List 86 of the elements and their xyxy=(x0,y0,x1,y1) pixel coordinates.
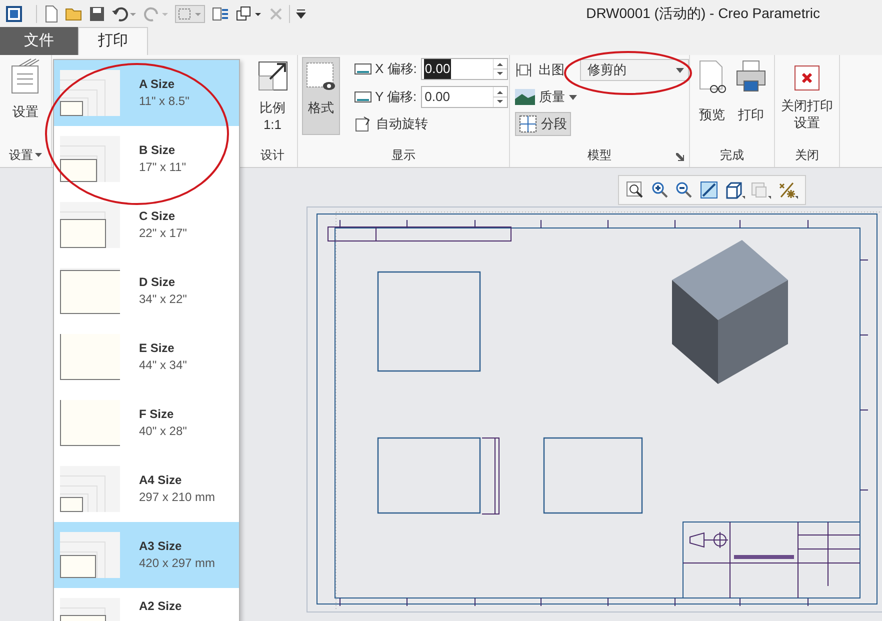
paper-size-dimensions: 420 x 297 mm xyxy=(139,555,216,572)
output-dropdown[interactable]: 修剪的 xyxy=(580,59,689,81)
spinner-icon[interactable] xyxy=(492,59,507,79)
paper-size-item[interactable]: B Size 17" x 11" xyxy=(54,126,239,192)
setup-button[interactable]: 设置 xyxy=(8,58,42,144)
offset-label: X 偏移: xyxy=(375,60,417,78)
paper-size-item[interactable]: A Size 11" x 8.5" xyxy=(54,60,239,126)
window-title: DRW0001 (活动的) - Creo Parametric xyxy=(586,4,820,23)
group-label: 关闭 xyxy=(794,147,820,164)
quality-icon xyxy=(515,89,535,105)
paper-size-name: F Size xyxy=(139,406,175,423)
paper-size-icon xyxy=(60,400,120,446)
scale-button[interactable]: 比例 1:1 xyxy=(258,61,288,143)
segment-icon xyxy=(519,115,537,133)
dialog-launcher-icon[interactable] xyxy=(676,153,684,161)
paper-size-name: E Size xyxy=(139,340,176,357)
new-file-icon[interactable] xyxy=(43,4,59,22)
paper-size-icon xyxy=(60,532,120,578)
undo-icon[interactable] xyxy=(111,6,137,22)
group-label: 设计 xyxy=(260,147,286,164)
paper-size-icon xyxy=(60,70,120,116)
paper-size-name: A Size xyxy=(139,76,176,93)
save-icon[interactable] xyxy=(89,6,105,22)
auto-rotate-icon xyxy=(354,115,372,133)
selection-box-icon[interactable] xyxy=(175,4,205,22)
windows-icon[interactable] xyxy=(235,4,263,22)
paper-size-dimensions: 11" x 8.5" xyxy=(139,93,190,110)
paper-size-item[interactable]: A4 Size 297 x 210 mm xyxy=(54,456,239,522)
preview-icon xyxy=(697,59,727,95)
scale-icon xyxy=(258,61,288,91)
quality-button[interactable]: 质量 xyxy=(515,86,689,108)
paper-size-item[interactable]: C Size 22" x 17" xyxy=(54,192,239,258)
zoom-in-icon[interactable] xyxy=(650,181,669,199)
paper-size-dimensions: 17" x 11" xyxy=(139,159,186,176)
print-button[interactable]: 打印 xyxy=(735,59,767,143)
caret-icon xyxy=(35,153,42,158)
zoom-fit-icon[interactable] xyxy=(626,181,644,199)
folder-icon[interactable] xyxy=(65,6,83,22)
paper-size-item[interactable]: E Size 44" x 34" xyxy=(54,324,239,390)
caret-icon xyxy=(569,94,577,100)
paper-size-name: A3 Size xyxy=(139,538,183,555)
format-sheet-icon xyxy=(306,62,336,92)
repaint-icon[interactable] xyxy=(700,181,718,199)
paper-size-icon xyxy=(60,202,120,248)
paper-size-icon xyxy=(60,334,120,380)
paper-size-name: D Size xyxy=(139,274,176,291)
paper-size-item[interactable]: F Size 40" x 28" xyxy=(54,390,239,456)
close-icon xyxy=(794,65,820,91)
offset-label: Y 偏移: xyxy=(375,88,417,106)
zoom-out-icon[interactable] xyxy=(675,181,694,199)
paper-size-dimensions: 297 x 210 mm xyxy=(139,489,216,506)
offset-field[interactable]: 0.00 xyxy=(420,86,508,108)
paper-size-dimensions: 40" x 28" xyxy=(139,423,187,440)
paper-size-item[interactable]: D Size 34" x 22" xyxy=(54,258,239,324)
auto-rotate-button[interactable]: 自动旋转 xyxy=(354,113,508,135)
format-button[interactable]: 格式 xyxy=(302,57,340,135)
paper-size-name: C Size xyxy=(139,208,176,225)
preview-button[interactable]: 预览 xyxy=(697,59,727,143)
paper-size-dimensions: 22" x 17" xyxy=(139,225,187,242)
paper-size-icon xyxy=(60,466,120,512)
datum-display-icon[interactable] xyxy=(778,181,798,199)
close-print-setup-button[interactable]: 关闭打印设置 xyxy=(779,65,835,143)
output-label: 出图 xyxy=(538,61,564,80)
paper-size-dimensions: 34" x 22" xyxy=(139,291,187,308)
customize-caret-icon[interactable] xyxy=(296,8,306,18)
ribbon-tab[interactable]: 打印 xyxy=(78,27,148,55)
group-label: 模型 xyxy=(588,147,612,164)
paper-size-item[interactable]: A2 Size xyxy=(54,588,239,621)
setup-menu-button[interactable]: 设置 xyxy=(0,143,51,167)
segment-button[interactable]: 分段 xyxy=(515,112,571,136)
paper-size-name: B Size xyxy=(139,142,176,159)
paper-size-dimensions: 44" x 34" xyxy=(139,357,187,374)
app-icon[interactable] xyxy=(6,6,22,22)
group-label: 完成 xyxy=(719,147,745,164)
spinner-icon[interactable] xyxy=(492,87,507,107)
ribbon-tab[interactable]: 文件 xyxy=(0,27,78,55)
caret-icon xyxy=(676,68,684,72)
paper-size-icon xyxy=(60,136,120,182)
output-frame-icon xyxy=(515,61,532,79)
paper-size-name: A4 Size xyxy=(139,472,183,489)
paper-size-item[interactable]: A3 Size 420 x 297 mm xyxy=(54,522,239,588)
paper-size-icon xyxy=(60,268,120,314)
paper-size-name: A2 Size xyxy=(139,598,182,615)
offset-field[interactable]: 0.00 xyxy=(420,58,508,80)
cube-view-icon[interactable] xyxy=(724,181,745,199)
group-label: 显示 xyxy=(390,147,416,164)
